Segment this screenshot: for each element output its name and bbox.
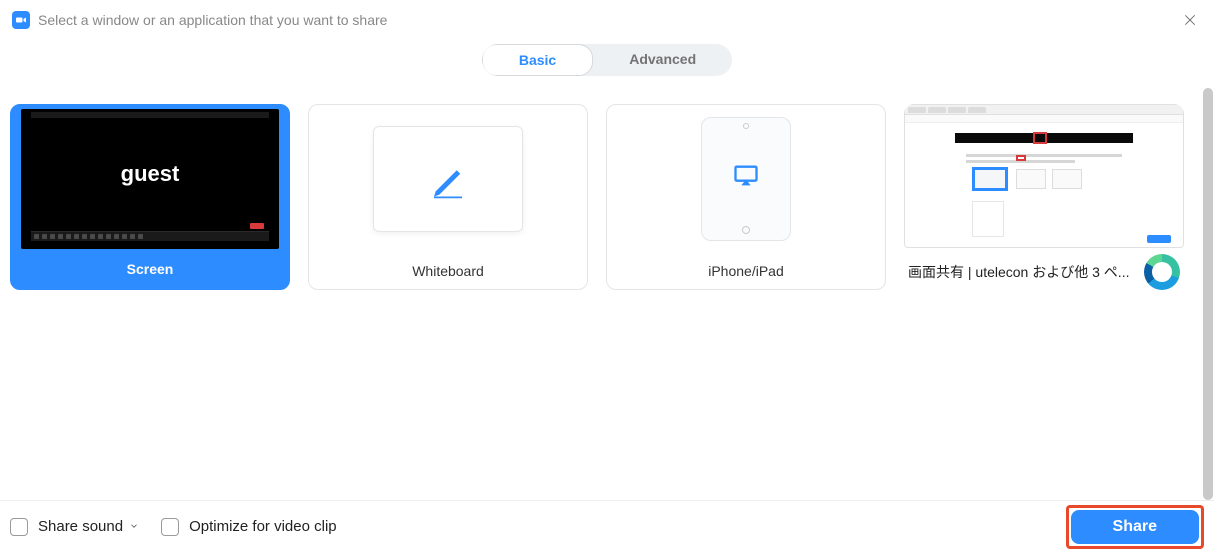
- dialog-header: Select a window or an application that y…: [0, 0, 1214, 36]
- share-button-highlight: Share: [1066, 505, 1204, 549]
- close-button[interactable]: [1178, 8, 1202, 32]
- airplay-icon: [732, 162, 760, 190]
- share-sound-dropdown[interactable]: [129, 518, 139, 536]
- optimize-video-checkbox[interactable]: Optimize for video clip: [161, 518, 337, 536]
- screen-thumbnail: guest: [13, 107, 287, 251]
- share-option-iphone-ipad-label: iPhone/iPad: [607, 253, 885, 289]
- share-sound-label: Share sound: [38, 518, 123, 535]
- optimize-video-label: Optimize for video clip: [189, 518, 337, 535]
- pen-icon: [427, 158, 469, 200]
- checkbox-icon: [161, 518, 179, 536]
- tab-bar: Basic Advanced: [0, 44, 1214, 76]
- share-option-whiteboard-label: Whiteboard: [309, 253, 587, 289]
- share-option-screen[interactable]: guest Screen: [10, 104, 290, 290]
- iphone-ipad-thumbnail: [607, 105, 885, 253]
- zoom-app-icon: [12, 11, 30, 29]
- share-option-browser-window-label: 画面共有 | utelecon および他 3 ペ...: [908, 262, 1140, 282]
- whiteboard-thumbnail: [309, 105, 587, 253]
- screen-thumb-text: guest: [121, 161, 180, 187]
- chevron-down-icon: [129, 521, 139, 531]
- dialog-title: Select a window or an application that y…: [38, 12, 1178, 28]
- dialog-footer: Share sound Optimize for video clip Shar…: [0, 500, 1214, 552]
- share-option-whiteboard[interactable]: Whiteboard: [308, 104, 588, 290]
- share-option-screen-label: Screen: [13, 251, 287, 287]
- share-options-grid: guest Screen Whiteboard: [0, 104, 1214, 516]
- share-sound-checkbox[interactable]: Share sound: [10, 518, 139, 536]
- share-option-browser-window[interactable]: 画面共有 | utelecon および他 3 ペ...: [904, 104, 1184, 290]
- content-scrollbar[interactable]: [1203, 88, 1213, 500]
- close-icon: [1183, 13, 1197, 27]
- tab-basic[interactable]: Basic: [482, 44, 593, 76]
- checkbox-icon: [10, 518, 28, 536]
- edge-browser-icon: [1144, 254, 1180, 290]
- share-button[interactable]: Share: [1071, 510, 1199, 544]
- share-option-iphone-ipad[interactable]: iPhone/iPad: [606, 104, 886, 290]
- tab-advanced[interactable]: Advanced: [593, 44, 732, 76]
- browser-window-thumbnail: [904, 104, 1184, 248]
